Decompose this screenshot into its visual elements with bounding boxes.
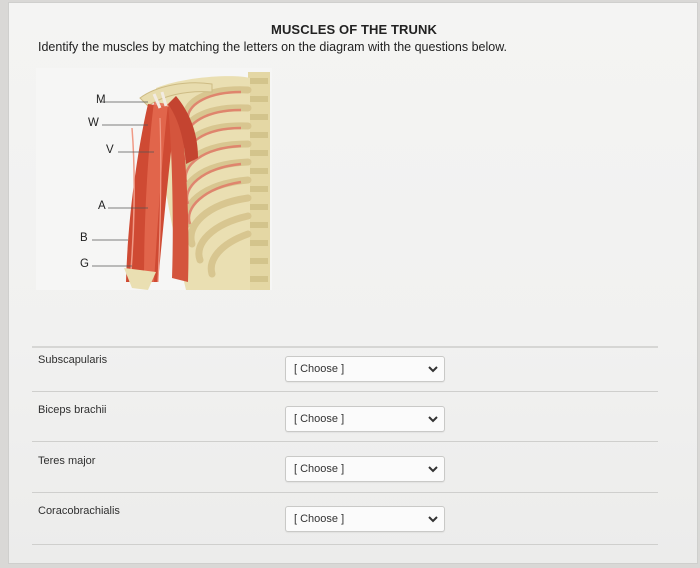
divider [32, 441, 658, 442]
question-label-coracobrachialis: Coracobrachialis [38, 505, 120, 517]
page-title: MUSCLES OF THE TRUNK [271, 22, 437, 37]
anatomy-diagram: M W V A B G [36, 68, 272, 290]
select-value: [ Choose ] [294, 513, 345, 525]
divider [32, 391, 658, 392]
select-value: [ Choose ] [294, 463, 345, 475]
chevron-down-icon [428, 416, 438, 423]
chevron-down-icon [428, 466, 438, 473]
divider [32, 492, 658, 493]
chevron-down-icon [428, 516, 438, 523]
diagram-label-b: B [80, 232, 88, 244]
question-label-subscapularis: Subscapularis [38, 354, 108, 366]
question-label-teres-major: Teres major [38, 455, 96, 467]
diagram-label-m: M [96, 94, 106, 106]
chevron-down-icon [428, 366, 438, 373]
diagram-label-w: W [88, 117, 99, 129]
trunk-muscles-illustration [92, 72, 270, 290]
divider [32, 346, 658, 348]
instructions-text: Identify the muscles by matching the let… [38, 40, 508, 54]
question-label-biceps-brachii: Biceps brachii [38, 404, 107, 416]
diagram-label-a: A [98, 200, 106, 212]
divider [32, 544, 658, 545]
answer-select-biceps-brachii[interactable]: [ Choose ] [285, 406, 445, 432]
diagram-label-v: V [106, 144, 114, 156]
select-value: [ Choose ] [294, 363, 345, 375]
diagram-label-g: G [80, 258, 89, 270]
answer-select-coracobrachialis[interactable]: [ Choose ] [285, 506, 445, 532]
select-value: [ Choose ] [294, 413, 345, 425]
answer-select-teres-major[interactable]: [ Choose ] [285, 456, 445, 482]
answer-select-subscapularis[interactable]: [ Choose ] [285, 356, 445, 382]
